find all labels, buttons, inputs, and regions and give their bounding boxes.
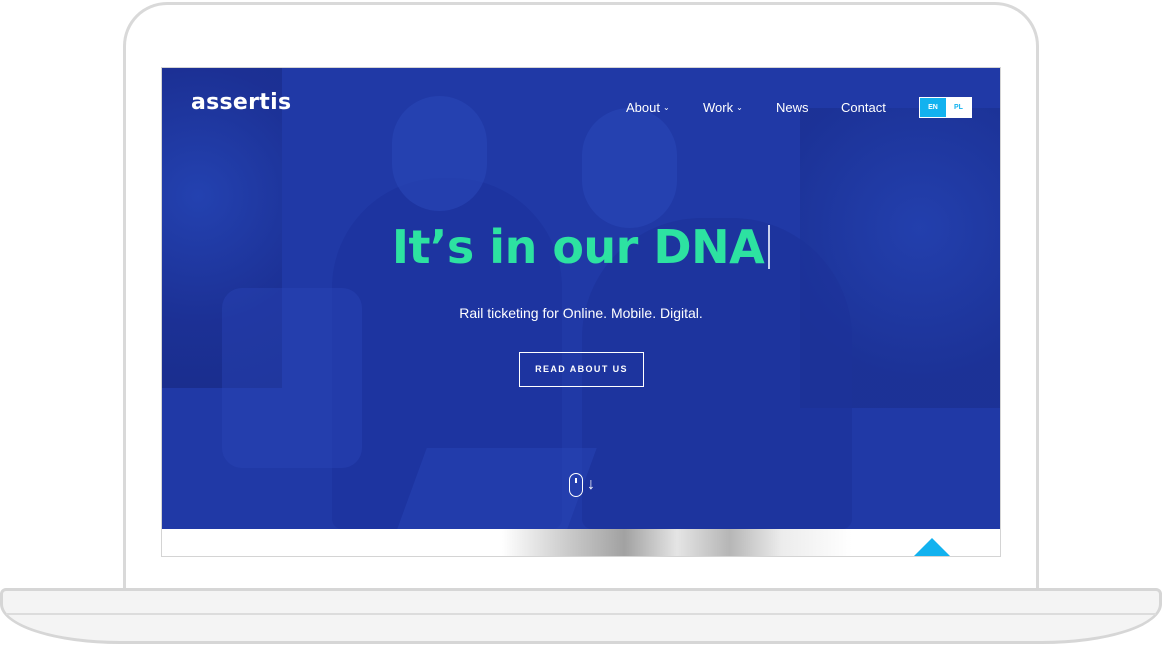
nav-item-news[interactable]: News bbox=[776, 100, 809, 115]
photo-laptop bbox=[397, 448, 597, 529]
hero-section: assertis About ⌄ Work ⌄ News Contact EN PL… bbox=[162, 68, 1000, 529]
hero-headline-text: It’s in our DNA bbox=[391, 220, 765, 274]
next-section-preview bbox=[162, 529, 1000, 556]
laptop-base bbox=[0, 588, 1162, 644]
arrow-down-icon[interactable]: ↓ bbox=[587, 475, 595, 495]
nav-item-label: About bbox=[626, 100, 660, 115]
nav-item-label: News bbox=[776, 100, 809, 115]
nav-item-about[interactable]: About ⌄ bbox=[626, 100, 670, 115]
nav-item-label: Work bbox=[703, 100, 734, 115]
website-screen: assertis About ⌄ Work ⌄ News Contact EN PL… bbox=[161, 67, 1001, 557]
language-en-button[interactable]: EN bbox=[920, 98, 946, 117]
hero-subtitle: Rail ticketing for Online. Mobile. Digit… bbox=[459, 305, 703, 321]
nav-item-contact[interactable]: Contact bbox=[841, 100, 886, 115]
hero-headline: It’s in our DNA bbox=[162, 220, 1000, 274]
nav-item-work[interactable]: Work ⌄ bbox=[703, 100, 743, 115]
typing-cursor bbox=[768, 225, 771, 269]
laptop-base-edge bbox=[6, 613, 1156, 615]
chevron-down-icon: ⌄ bbox=[736, 103, 743, 112]
top-navigation: assertis About ⌄ Work ⌄ News Contact EN PL bbox=[162, 68, 1000, 148]
mouse-scroll-icon[interactable] bbox=[569, 473, 583, 497]
next-section-image bbox=[502, 529, 852, 556]
nav-item-label: Contact bbox=[841, 100, 886, 115]
assertis-logo[interactable]: assertis bbox=[191, 90, 291, 115]
language-pl-button[interactable]: PL bbox=[946, 98, 971, 117]
read-about-us-button[interactable]: READ ABOUT US bbox=[519, 352, 644, 387]
chevron-down-icon: ⌄ bbox=[662, 103, 670, 112]
language-switcher: EN PL bbox=[919, 97, 972, 118]
